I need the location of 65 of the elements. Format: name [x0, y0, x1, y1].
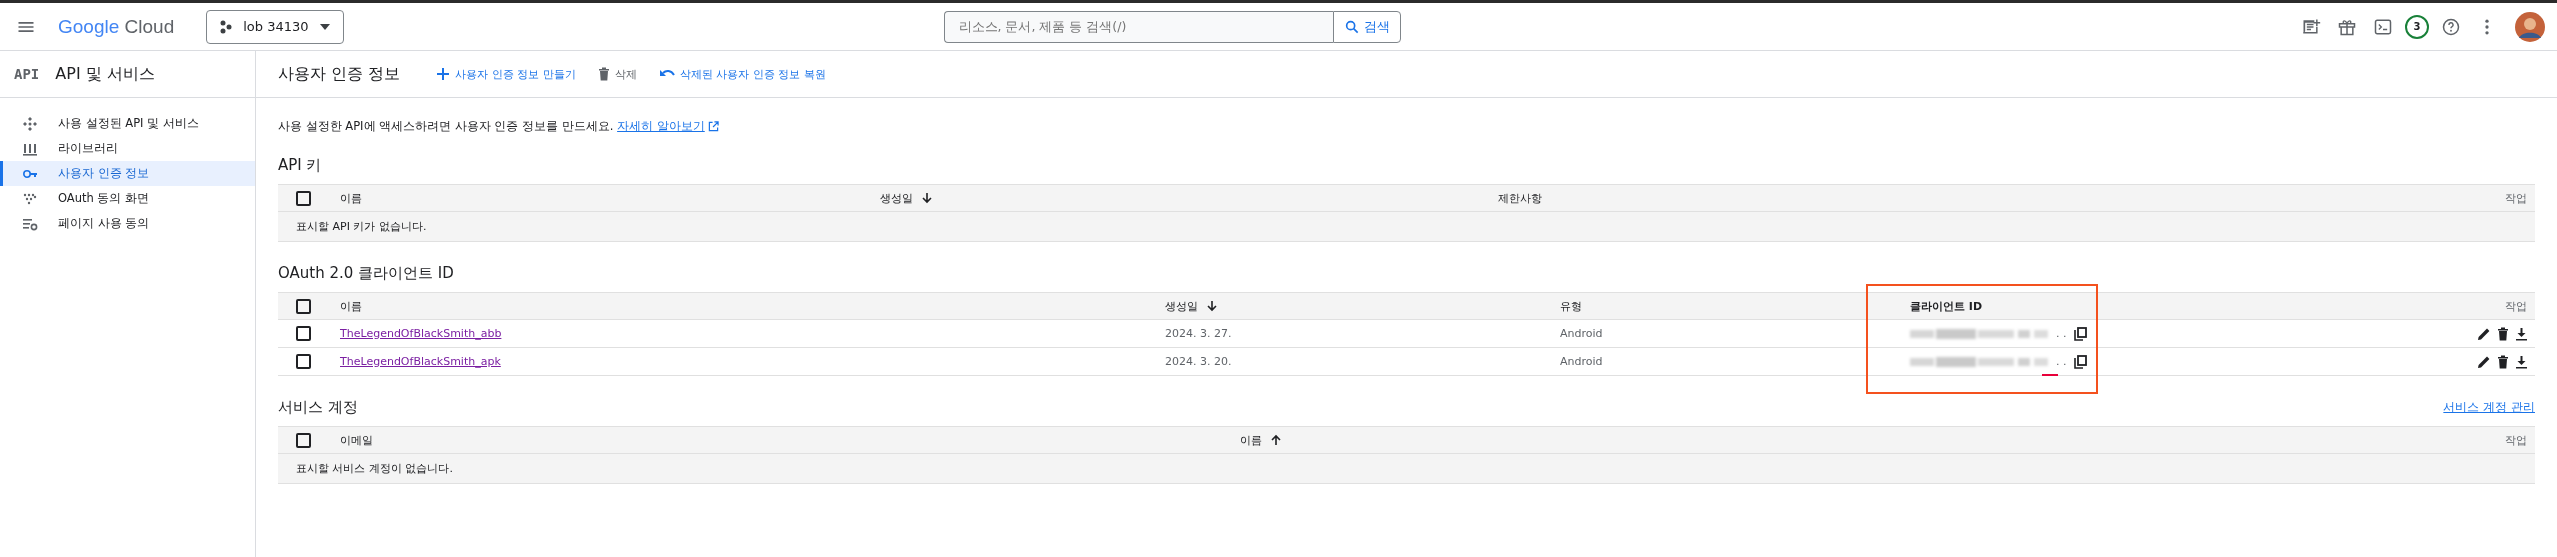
notification-badge[interactable]: 3 [2405, 14, 2429, 39]
search-button[interactable]: 검색 [1332, 10, 1401, 43]
empty-message: 표시할 서비스 계정이 없습니다. [296, 461, 453, 476]
section-title: API 키 [278, 156, 323, 175]
download-icon[interactable] [2514, 353, 2529, 370]
column-header[interactable]: 생성일 [1165, 298, 1560, 314]
ellipsis-text: . . [2056, 355, 2067, 368]
page-title: 사용자 인증 정보 [278, 63, 401, 85]
column-header[interactable]: 유형 [1560, 298, 1910, 314]
project-icon [219, 19, 234, 34]
search-field[interactable]: 리소스, 문서, 제품 등 검색(/) [943, 10, 1333, 43]
delete-icon[interactable] [2496, 353, 2510, 370]
checkbox[interactable] [296, 298, 311, 314]
sidebar-item[interactable]: 페이지 사용 동의 [0, 211, 255, 236]
empty-message: 표시할 API 키가 없습니다. [296, 219, 427, 234]
logo[interactable]: Google Cloud [58, 15, 175, 38]
caret-icon [318, 22, 331, 31]
avatar-icon[interactable] [2515, 11, 2545, 42]
column-header[interactable]: 이름 [340, 298, 1165, 314]
column-header[interactable]: 작업 [2310, 298, 2535, 314]
table-cell-text: Android [1560, 355, 1604, 368]
column-header[interactable]: 이름 [340, 190, 880, 206]
trash-icon [597, 67, 610, 81]
ellipsis-text: . . [2056, 327, 2067, 340]
column-header[interactable]: 제한사항 [1498, 190, 2475, 206]
toolbar-button[interactable]: 사용자 인증 정보 만들기 [436, 66, 576, 82]
sort-arrow-icon[interactable] [921, 192, 933, 204]
checkbox[interactable] [296, 190, 311, 206]
column-header[interactable]: 클라이언트 ID [1910, 298, 2310, 314]
sidebar-item[interactable]: 사용 설정된 API 및 서비스 [0, 111, 255, 136]
sidebar-title: API 및 서비스 [55, 63, 155, 85]
sort-arrow-icon[interactable] [1270, 434, 1282, 446]
checkbox[interactable] [296, 326, 311, 341]
section-title: OAuth 2.0 클라이언트 ID [278, 264, 455, 283]
delete-icon[interactable] [2496, 325, 2510, 342]
table-cell-text: 2024. 3. 20. [1165, 355, 1233, 368]
column-header[interactable]: 생성일 [880, 190, 1498, 206]
sidebar-item[interactable]: 사용자 인증 정보 [0, 161, 255, 186]
sidebar-icon [22, 115, 38, 132]
project-selector[interactable]: lob 34130 [206, 9, 344, 44]
learn-more-link[interactable]: 자세히 알아보기 [617, 119, 719, 134]
copy-icon[interactable] [2072, 325, 2088, 342]
api-logo: API [14, 66, 40, 82]
table-cell-text: 2024. 3. 27. [1165, 327, 1233, 340]
column-header[interactable]: 이메일 [340, 432, 1240, 448]
copy-icon[interactable] [2072, 353, 2088, 370]
download-icon[interactable] [2514, 325, 2529, 342]
checkbox[interactable] [296, 354, 311, 369]
external-link-icon [707, 121, 719, 132]
checkbox[interactable] [296, 432, 311, 448]
table-cell-text: Android [1560, 327, 1604, 340]
sidebar-item[interactable]: 라이브러리 [0, 136, 255, 161]
column-header[interactable]: 작업 [2475, 432, 2535, 448]
intro-text: 사용 설정한 API에 액세스하려면 사용자 인증 정보를 만드세요. 자세히 알아보기 [278, 119, 2535, 134]
section-title: 서비스 계정 [278, 398, 358, 417]
sidebar-item[interactable]: OAuth 동의 화면 [0, 186, 255, 211]
toolbar-button[interactable]: 삭제된 사용자 인증 정보 복원 [658, 66, 826, 82]
client-name-link[interactable]: TheLegendOfBlackSmith_abb [340, 327, 502, 340]
plus-icon [436, 67, 451, 81]
column-header[interactable]: 작업 [2475, 190, 2535, 206]
manage-link[interactable]: 서비스 계정 관리 [2443, 399, 2535, 416]
column-header[interactable]: 이름 [1240, 432, 2475, 448]
client-name-link[interactable]: TheLegendOfBlackSmith_apk [340, 355, 501, 368]
sort-arrow-icon[interactable] [1206, 300, 1218, 312]
search-icon [1343, 18, 1360, 35]
